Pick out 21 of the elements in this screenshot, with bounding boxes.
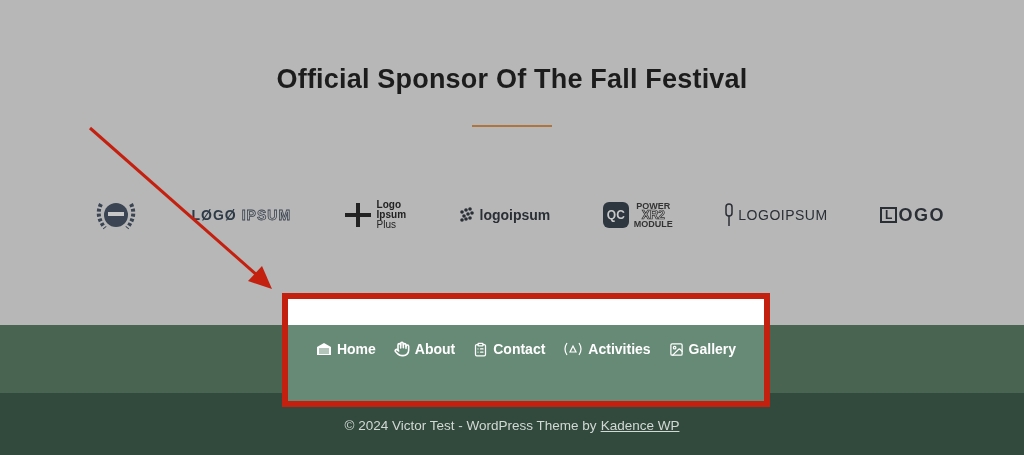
logo-text: MODULE — [633, 219, 673, 229]
nav-link[interactable]: Contact — [473, 341, 546, 357]
logo-letter: L — [880, 207, 898, 223]
nav-link[interactable]: Gallery — [668, 341, 737, 357]
copyright-text: © 2024 Victor Test - WordPress Theme by — [344, 417, 597, 433]
logo-text: Plus — [376, 220, 397, 230]
logo-wordmark: LØGØ — [191, 207, 237, 223]
logo-wordmark: LOGOIPSUM — [738, 207, 828, 223]
logo-text: Logo — [376, 200, 401, 210]
logo-wordmark: IPSUM — [241, 207, 292, 223]
nav-link[interactable]: Home — [315, 341, 376, 357]
logo-text: POWER — [636, 201, 671, 211]
section-title: Official Sponsor Of The Fall Festival — [276, 64, 748, 95]
logo-wordmark: logoipsum — [479, 207, 551, 223]
nav-link[interactable]: About — [393, 341, 456, 357]
logo-wordmark: OGO — [898, 204, 945, 226]
logo-badge: QC — [602, 202, 629, 228]
nav-link[interactable]: Activities — [563, 341, 651, 357]
logo-text: Ipsum — [376, 210, 407, 220]
logo-text: XR2 — [641, 210, 665, 220]
theme-link[interactable]: Kadence WP — [600, 417, 680, 433]
